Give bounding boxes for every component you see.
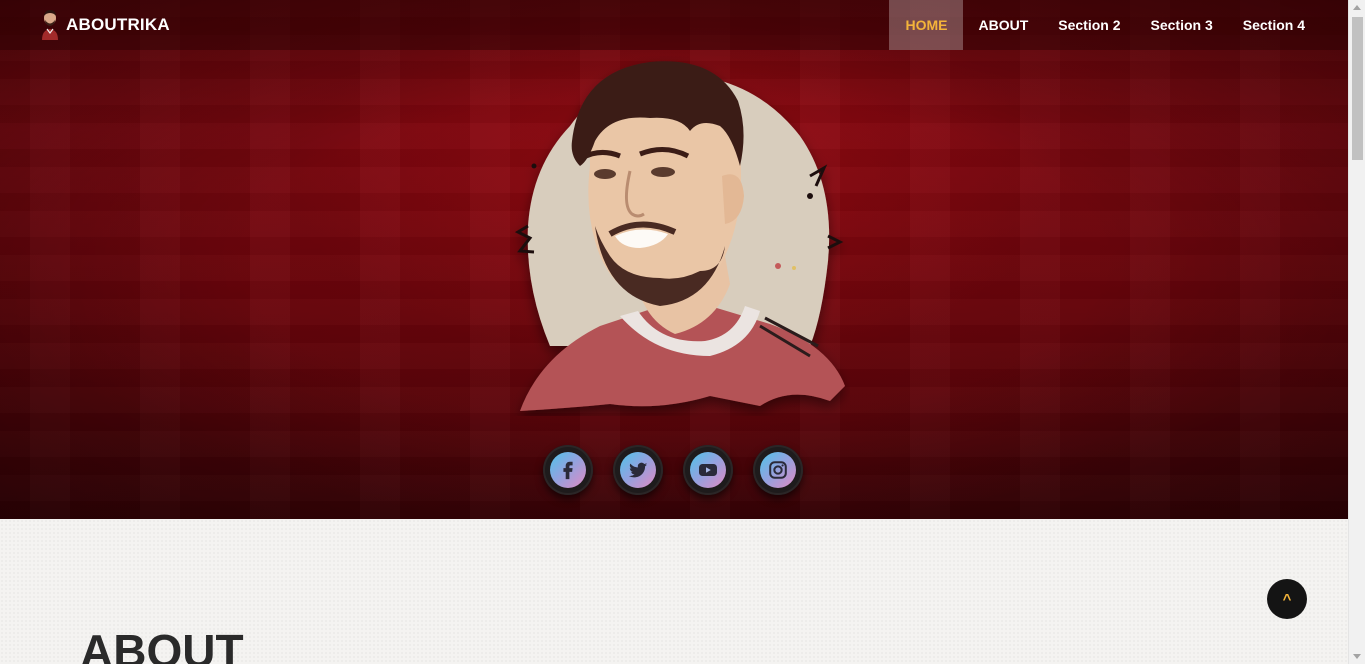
twitter-button[interactable] bbox=[613, 445, 663, 495]
main-nav: HOME ABOUT Section 2 Section 3 Section 4 bbox=[889, 0, 1320, 50]
scroll-down-arrow-icon[interactable] bbox=[1353, 654, 1361, 659]
scroll-up-arrow-icon[interactable] bbox=[1353, 5, 1361, 10]
player-avatar-icon bbox=[42, 10, 58, 40]
scroll-thumb[interactable] bbox=[1352, 17, 1363, 160]
nav-item-section-4[interactable]: Section 4 bbox=[1228, 0, 1320, 50]
instagram-button[interactable] bbox=[753, 445, 803, 495]
back-to-top-button[interactable]: ^ bbox=[1267, 579, 1307, 619]
nav-item-about[interactable]: ABOUT bbox=[963, 0, 1043, 50]
social-links bbox=[543, 445, 803, 495]
facebook-button[interactable] bbox=[543, 445, 593, 495]
nav-item-home[interactable]: HOME bbox=[889, 0, 964, 50]
about-section: ABOUT bbox=[0, 519, 1348, 664]
nav-item-section-2[interactable]: Section 2 bbox=[1043, 0, 1135, 50]
player-portrait-illustration bbox=[514, 61, 845, 411]
twitter-icon bbox=[628, 462, 648, 478]
navbar: ABOUTRIKA HOME ABOUT Section 2 Section 3… bbox=[0, 0, 1348, 50]
youtube-icon bbox=[699, 464, 717, 476]
brand-name: ABOUTRIKA bbox=[66, 14, 170, 34]
vertical-scrollbar[interactable] bbox=[1348, 0, 1365, 664]
facebook-icon bbox=[563, 461, 573, 480]
nav-item-section-3[interactable]: Section 3 bbox=[1136, 0, 1228, 50]
about-heading: ABOUT bbox=[80, 625, 244, 664]
youtube-button[interactable] bbox=[683, 445, 733, 495]
instagram-icon bbox=[769, 461, 787, 479]
brand[interactable]: ABOUTRIKA bbox=[40, 9, 170, 40]
